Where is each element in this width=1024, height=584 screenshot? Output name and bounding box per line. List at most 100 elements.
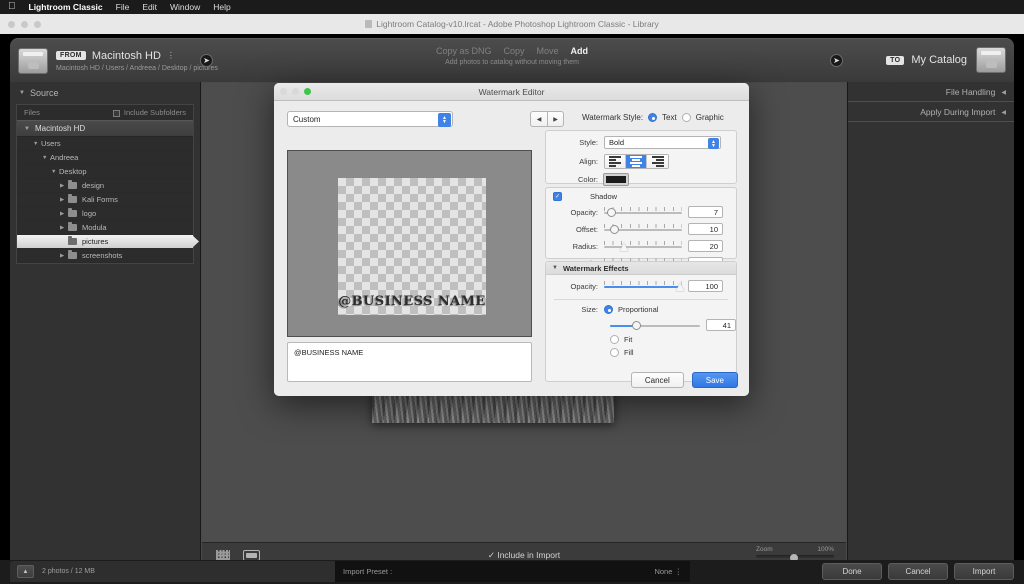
tree-item-kali-forms[interactable]: ▶Kali Forms [17,193,193,207]
menu-window[interactable]: Window [170,2,200,12]
size-fit-option[interactable]: Fit [610,335,736,344]
triangle-down-icon[interactable]: ▼ [51,169,59,175]
section-apply-during-import[interactable]: Apply During Import ◀ [848,102,1014,122]
menu-app-name[interactable]: Lightroom Classic [29,2,103,12]
tree-item-pictures[interactable]: pictures [17,235,193,249]
shadow-opacity-slider[interactable] [604,207,682,218]
import-button[interactable]: Import [954,563,1014,580]
triangle-right-icon[interactable]: ▶ [60,225,68,231]
triangle-right-icon[interactable]: ▶ [60,211,68,217]
shadow-checkbox[interactable]: ✓ [553,192,562,201]
triangle-down-icon[interactable]: ▼ [24,126,30,132]
watermark-text-input[interactable]: @BUSINESS NAME [287,342,532,382]
radio-fit-icon[interactable] [610,335,619,344]
menu-file[interactable]: File [116,2,130,12]
size-value[interactable]: 41 [706,319,736,331]
tree-item-screenshots[interactable]: ▶screenshots [17,249,193,263]
close-window-icon[interactable] [8,21,15,28]
radio-proportional-icon[interactable] [604,305,613,314]
triangle-right-icon[interactable]: ▶ [60,183,68,189]
tree-item-modula[interactable]: ▶Modula [17,221,193,235]
catalog-name[interactable]: My Catalog [911,54,967,66]
window-traffic-lights[interactable] [8,21,41,28]
import-preset-selector[interactable]: Import Preset : None ⋮ [335,561,690,582]
tree-item-label: Andreea [50,153,78,162]
eject-icon[interactable]: ▲ [17,565,34,578]
align-left-button[interactable] [605,155,626,168]
next-watermark-button[interactable]: ▶ [547,111,564,127]
triangle-right-icon[interactable]: ▶ [60,197,68,203]
size-fill-option[interactable]: Fill [610,348,736,357]
include-subfolders-checkbox[interactable] [113,110,120,117]
slider-knob[interactable] [610,225,619,234]
watermark-preset-select[interactable]: Custom ▲▼ [287,111,453,127]
align-right-button[interactable] [647,155,668,168]
watermark-effects-header[interactable]: ▼ Watermark Effects [546,262,736,275]
maximize-window-icon[interactable] [34,21,41,28]
dialog-traffic-lights[interactable] [280,88,311,95]
mode-move[interactable]: Move [537,46,559,56]
shadow-opacity-value[interactable]: 7 [688,206,723,218]
previous-watermark-button[interactable]: ◀ [530,111,547,127]
effects-opacity-slider[interactable] [604,281,682,292]
shadow-offset-value[interactable]: 10 [688,223,723,235]
include-in-import-toggle[interactable]: ✓ Include in Import [202,550,846,561]
cancel-button[interactable]: Cancel [888,563,948,580]
text-color-swatch[interactable] [604,174,628,185]
size-slider[interactable] [610,320,700,331]
effects-opacity-value[interactable]: 100 [688,280,723,292]
chevron-updown-icon[interactable]: ▲▼ [708,138,719,149]
watermark-style-text-label[interactable]: Text [662,113,677,122]
font-style-select[interactable]: Bold ▲▼ [604,136,721,149]
tree-item-logo[interactable]: ▶logo [17,207,193,221]
source-panel-header[interactable]: ▼ Source [10,86,200,100]
slider-knob[interactable] [620,242,629,251]
triangle-down-icon[interactable]: ▼ [42,155,50,161]
import-destination-group[interactable]: TO My Catalog [886,47,1006,73]
tree-item-desktop[interactable]: ▼Desktop [17,165,193,179]
chevron-updown-icon[interactable]: ▲▼ [438,113,451,127]
dialog-close-icon[interactable] [280,88,287,95]
tree-item-users[interactable]: ▼Users [17,137,193,151]
radio-fill-icon[interactable] [610,348,619,357]
tree-root-macintosh-hd[interactable]: ▼ Macintosh HD [17,120,193,137]
import-preset-value-group[interactable]: None ⋮ [654,567,682,576]
tree-item-andreea[interactable]: ▼Andreea [17,151,193,165]
mode-add[interactable]: Add [571,46,589,56]
done-button[interactable]: Done [822,563,882,580]
watermark-save-button[interactable]: Save [692,372,738,388]
slider-knob[interactable] [607,208,616,217]
slider-knob[interactable] [632,321,641,330]
mode-copy[interactable]: Copy [504,46,525,56]
radio-text-icon[interactable] [648,113,657,122]
dialog-minimize-icon[interactable] [292,88,299,95]
menu-edit[interactable]: Edit [142,2,157,12]
shadow-offset-slider[interactable] [604,224,682,235]
menu-help[interactable]: Help [213,2,230,12]
triangle-down-icon[interactable]: ▼ [19,90,25,96]
dialog-maximize-icon[interactable] [304,88,311,95]
radio-graphic-icon[interactable] [682,113,691,122]
watermark-style-graphic-label[interactable]: Graphic [696,113,724,122]
minimize-window-icon[interactable] [21,21,28,28]
triangle-down-icon[interactable]: ▼ [33,141,41,147]
triangle-left-icon[interactable]: ◀ [1001,109,1006,116]
mode-copy-as-dng[interactable]: Copy as DNG [436,46,492,56]
shadow-radius-slider[interactable] [604,241,682,252]
size-proportional-label[interactable]: Proportional [618,305,658,314]
shadow-radius-value[interactable]: 20 [688,240,723,252]
include-subfolders-option[interactable]: Include Subfolders [113,108,186,117]
zoom-slider-track[interactable] [756,555,834,558]
stepper-icon[interactable]: ⋮ [675,567,683,576]
section-file-handling[interactable]: File Handling ◀ [848,82,1014,102]
slider-knob[interactable] [676,282,685,291]
zoom-slider-group[interactable]: Zoom 100% [756,546,834,558]
triangle-left-icon[interactable]: ◀ [1001,89,1006,96]
apple-logo-icon[interactable]:  [8,2,16,12]
tree-item-design[interactable]: ▶design [17,179,193,193]
watermark-cancel-button[interactable]: Cancel [631,372,684,388]
source-panel: ▼ Source Files Include Subfolders ▼ Maci… [10,82,200,568]
align-center-button[interactable] [626,155,647,168]
triangle-right-icon[interactable]: ▶ [60,253,68,259]
triangle-down-icon[interactable]: ▼ [552,265,558,271]
